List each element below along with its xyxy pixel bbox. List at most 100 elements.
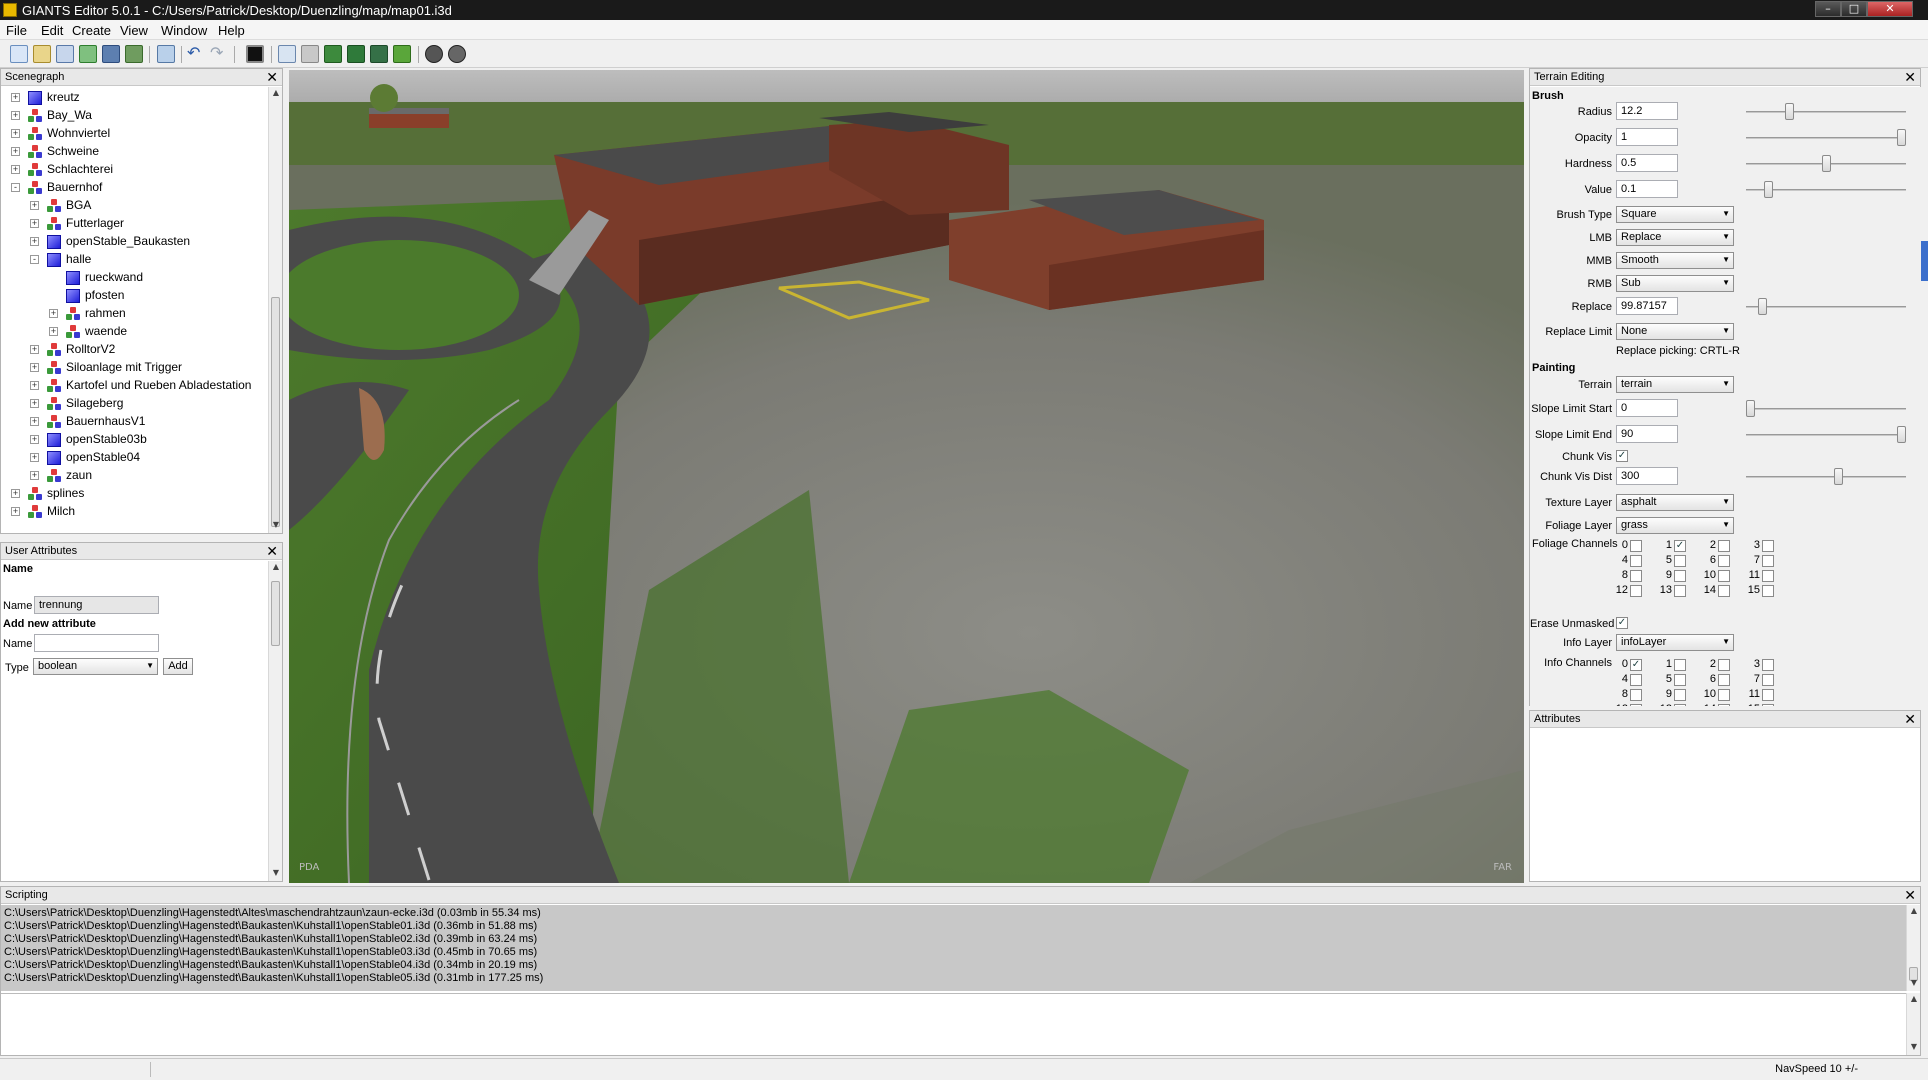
scenegraph-scrollbar[interactable]: ▲ ▼ (268, 87, 282, 533)
hardness-slider-handle[interactable] (1822, 155, 1831, 172)
info-channel-checkbox[interactable] (1762, 704, 1774, 706)
tree-node[interactable]: + Silageberg (20, 395, 268, 413)
dock-tab-indicator[interactable] (1921, 241, 1928, 281)
expand-icon[interactable]: + (30, 363, 39, 372)
tree-node[interactable]: + splines (1, 485, 261, 503)
scenegraph-scroll-thumb[interactable] (271, 297, 280, 527)
info-channel-checkbox[interactable] (1762, 689, 1774, 701)
foliage-channel-checkbox[interactable] (1630, 570, 1642, 582)
tree-node[interactable]: + Kartofel und Rueben Abladestation (20, 377, 268, 395)
foliage-channel-checkbox[interactable] (1718, 555, 1730, 567)
collapse-icon[interactable]: - (30, 255, 39, 264)
expand-icon[interactable]: + (30, 471, 39, 480)
chunk-vis-dist-slider-handle[interactable] (1834, 468, 1843, 485)
slope-end-slider[interactable] (1746, 425, 1906, 445)
import-icon[interactable] (56, 45, 74, 63)
menu-view[interactable]: View (120, 23, 148, 38)
foliage-layer-select[interactable]: grass ▼ (1616, 517, 1734, 534)
erase-unmasked-checkbox[interactable]: ✓ (1616, 617, 1628, 629)
radius-slider[interactable] (1746, 102, 1906, 122)
foliage-paint-icon[interactable] (393, 45, 411, 63)
tree-node[interactable]: + Futterlager (20, 215, 268, 233)
foliage-channel-checkbox[interactable] (1718, 585, 1730, 597)
tree-node[interactable]: + Bay_Wa (1, 107, 261, 125)
tree-node[interactable]: + Wohnviertel (1, 125, 261, 143)
3d-viewport[interactable]: PDA FAR (289, 70, 1524, 883)
expand-icon[interactable]: + (30, 219, 39, 228)
foliage-channel-checkbox[interactable] (1762, 540, 1774, 552)
terrain-sculpt-icon[interactable] (324, 45, 342, 63)
foliage-channel-checkbox[interactable] (1762, 570, 1774, 582)
user-attributes-close-icon[interactable]: ✕ (266, 543, 278, 559)
slope-start-slider-handle[interactable] (1746, 400, 1755, 417)
info-channel-checkbox[interactable] (1630, 689, 1642, 701)
opacity-slider-handle[interactable] (1897, 129, 1906, 146)
expand-icon[interactable]: + (30, 435, 39, 444)
info-channel-checkbox[interactable] (1718, 659, 1730, 671)
hardness-input[interactable]: 0.5 (1616, 154, 1678, 172)
replace-slider[interactable] (1746, 297, 1906, 317)
tree-node[interactable]: + rahmen (39, 305, 268, 323)
info-channel-checkbox[interactable] (1630, 704, 1642, 706)
info-layer-select[interactable]: infoLayer ▼ (1616, 634, 1734, 651)
tree-node[interactable]: + waende (39, 323, 268, 341)
terrain-select[interactable]: terrain ▼ (1616, 376, 1734, 393)
scripting-close-icon[interactable]: ✕ (1904, 887, 1916, 903)
foliage-channel-checkbox[interactable] (1674, 570, 1686, 582)
info-channel-checkbox[interactable] (1674, 674, 1686, 686)
info-channel-checkbox[interactable]: ✓ (1630, 659, 1642, 671)
foliage-channel-checkbox[interactable] (1762, 555, 1774, 567)
scenegraph-close-icon[interactable]: ✕ (266, 69, 278, 85)
tree-node[interactable]: rueckwand (39, 269, 268, 287)
info-channel-checkbox[interactable] (1762, 674, 1774, 686)
info-channel-checkbox[interactable] (1674, 689, 1686, 701)
expand-icon[interactable]: + (11, 93, 20, 102)
expand-icon[interactable]: + (49, 327, 58, 336)
minimize-button[interactable]: – (1815, 1, 1841, 17)
expand-icon[interactable]: + (11, 147, 20, 156)
refresh-icon[interactable] (79, 45, 97, 63)
slope-start-input[interactable]: 0 (1616, 399, 1678, 417)
slope-end-input[interactable]: 90 (1616, 425, 1678, 443)
value-slider[interactable] (1746, 180, 1906, 200)
chunk-vis-dist-slider[interactable] (1746, 467, 1906, 487)
expand-icon[interactable]: + (11, 129, 20, 138)
tree-node[interactable]: + zaun (20, 467, 268, 485)
save-icon[interactable] (102, 45, 120, 63)
foliage-channel-checkbox[interactable] (1630, 555, 1642, 567)
new-attribute-name-input[interactable] (34, 634, 159, 652)
tree-node[interactable]: + Schweine (1, 143, 261, 161)
info-channel-checkbox[interactable] (1762, 659, 1774, 671)
terrain-editing-close-icon[interactable]: ✕ (1904, 69, 1916, 85)
foliage-channel-checkbox[interactable]: ✓ (1674, 540, 1686, 552)
camera-icon[interactable] (448, 45, 466, 63)
open-icon[interactable] (33, 45, 51, 63)
expand-icon[interactable]: + (30, 381, 39, 390)
tree-node[interactable]: + openStable04 (20, 449, 268, 467)
reload-icon[interactable] (157, 45, 175, 63)
foliage-channel-checkbox[interactable] (1674, 585, 1686, 597)
add-attribute-button[interactable]: Add (163, 658, 193, 675)
tree-node[interactable]: + Milch (1, 503, 261, 521)
tree-node[interactable]: pfosten (39, 287, 268, 305)
lmb-select[interactable]: Replace ▼ (1616, 229, 1734, 246)
tree-node[interactable]: - Bauernhof (1, 179, 261, 197)
tree-node[interactable]: + kreutz (1, 89, 261, 107)
save-all-icon[interactable] (125, 45, 143, 63)
expand-icon[interactable]: + (11, 489, 20, 498)
expand-icon[interactable]: + (30, 201, 39, 210)
slope-start-slider[interactable] (1746, 399, 1906, 419)
expand-icon[interactable]: + (30, 345, 39, 354)
stop-icon[interactable] (246, 45, 264, 63)
undo-icon[interactable]: ↶ (187, 45, 205, 63)
expand-icon[interactable]: + (11, 507, 20, 516)
radius-input[interactable]: 12.2 (1616, 102, 1678, 120)
collapse-icon[interactable]: - (11, 183, 20, 192)
slope-end-slider-handle[interactable] (1897, 426, 1906, 443)
opacity-slider[interactable] (1746, 128, 1906, 148)
rmb-select[interactable]: Sub ▼ (1616, 275, 1734, 292)
close-window-button[interactable]: ✕ (1867, 1, 1913, 17)
chunk-vis-dist-input[interactable]: 300 (1616, 467, 1678, 485)
foliage-channel-checkbox[interactable] (1674, 555, 1686, 567)
mmb-select[interactable]: Smooth ▼ (1616, 252, 1734, 269)
